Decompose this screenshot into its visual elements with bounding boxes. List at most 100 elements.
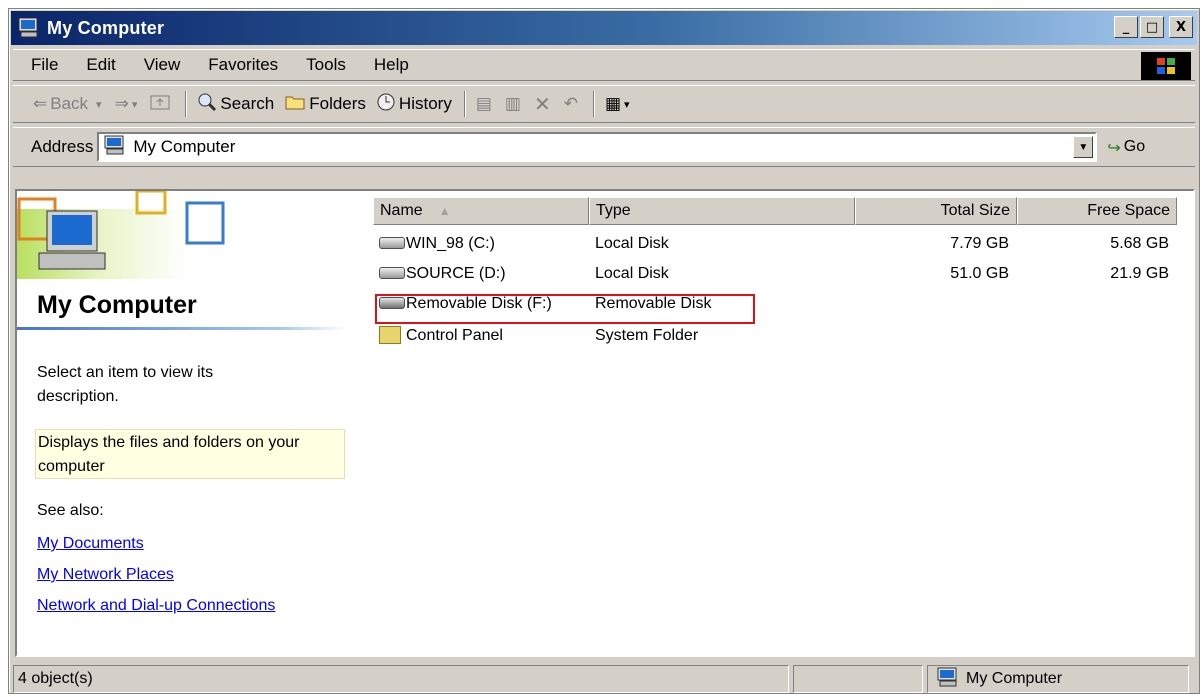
my-computer-icon [17,17,41,39]
views-button[interactable]: ▦ ▾ [605,94,633,114]
status-zone-label: My Computer [966,670,1063,687]
title-divider [17,327,347,330]
history-label: History [398,94,452,113]
back-button[interactable]: ⇐ Back ▾ [33,94,105,114]
item-total-size: 51.0 GB [950,265,1009,282]
item-info-tooltip: Displays the files and folders on your c… [35,429,345,479]
item-name: WIN_98 (C:) [406,235,495,252]
sort-up-icon: ▲ [438,204,451,218]
pane-title: My Computer [37,291,197,319]
maximize-button[interactable]: □ [1140,16,1164,38]
my-computer-icon [103,135,127,160]
folders-label: Folders [309,94,366,113]
see-also-label: See also: [37,502,104,519]
delete-button[interactable]: ✕ [534,92,554,116]
windows-logo-icon [1141,52,1191,80]
address-dropdown-button[interactable]: ▼ [1073,136,1094,158]
window-controls: _ □ X [1114,16,1193,38]
link-network-dialup[interactable]: Network and Dial-up Connections [37,597,275,615]
item-total-size: 7.79 GB [950,235,1009,252]
explorer-window: My Computer _ □ X File Edit View Favorit… [8,8,1200,694]
up-folder-button[interactable] [150,93,173,116]
go-button[interactable]: ↪ Go [1107,138,1145,157]
back-arrow-icon: ⇐ [33,94,48,114]
copy-to-button[interactable]: ▥ [505,94,524,114]
item-free-space: 5.68 GB [1110,235,1169,252]
minimize-button[interactable]: _ [1114,16,1138,38]
item-free-space: 21.9 GB [1110,265,1169,282]
maximize-icon: □ [1145,19,1159,35]
window-title: My Computer [47,17,165,38]
go-label: Go [1123,138,1146,155]
link-my-documents[interactable]: My Documents [37,535,144,553]
close-button[interactable]: X [1169,16,1193,38]
history-icon [376,92,396,117]
search-button[interactable]: Search [197,92,274,117]
menu-file[interactable]: File [31,55,58,75]
item-type: Local Disk [595,235,669,252]
search-icon [197,92,217,117]
details-list: Name ▲ Type Total Size Free Space WIN_98… [373,191,1193,655]
status-empty-panel [793,665,923,693]
my-computer-banner-icon [17,191,225,279]
address-input[interactable]: My Computer ▼ [97,132,1098,162]
control-panel-icon [379,326,401,344]
menu-view[interactable]: View [144,55,181,75]
status-object-count: 4 object(s) [13,665,789,693]
menu-edit[interactable]: Edit [86,55,115,75]
move-to-button[interactable]: ▤ [476,94,495,114]
status-zone: My Computer [927,665,1189,693]
list-item[interactable]: SOURCE (D:) Local Disk 51.0 GB 21.9 GB [373,261,1183,289]
status-bar: 4 object(s) My Computer [13,665,1195,693]
toolbar-separator [592,91,595,117]
move-to-icon: ▤ [475,94,492,114]
forward-arrow-icon: ⇒ [114,94,129,114]
chevron-down-icon: ▾ [96,97,102,111]
standard-toolbar: ⇐ Back ▾ ⇒ ▾ Search Folders History ▤ ▥ … [13,85,1195,123]
item-type: System Folder [595,327,699,344]
up-folder-icon [150,93,170,116]
menu-bar: File Edit View Favorites Tools Help [13,49,1195,81]
folders-icon [284,93,306,116]
menu-favorites[interactable]: Favorites [208,55,278,75]
chevron-down-icon: ▼ [1078,141,1089,153]
address-value: My Computer [133,137,236,156]
chevron-down-icon: ▾ [131,97,138,111]
undo-button[interactable]: ↶ [564,94,581,114]
history-button[interactable]: History [376,92,452,117]
toolbar-separator [185,91,188,117]
address-bar: Address My Computer ▼ ↪ Go [13,127,1195,167]
title-bar[interactable]: My Computer _ □ X [11,11,1197,45]
search-label: Search [220,94,275,113]
my-computer-icon [936,667,960,692]
highlight-box [375,294,755,324]
webview-pane: My Computer Select an item to view its d… [17,191,357,655]
list-item[interactable]: WIN_98 (C:) Local Disk 7.79 GB 5.68 GB [373,231,1183,259]
column-header-type[interactable]: Type [589,197,855,225]
column-header-total-size[interactable]: Total Size [855,197,1017,225]
hard-drive-icon [379,266,405,279]
go-arrow-icon: ↪ [1107,137,1121,157]
content-area: My Computer Select an item to view its d… [15,189,1195,657]
address-label: Address [31,137,94,156]
forward-button[interactable]: ⇒ ▾ [115,94,141,114]
delete-icon: ✕ [533,92,551,116]
item-name: SOURCE (D:) [406,265,506,282]
pane-description: Select an item to view its description. [37,364,214,405]
back-label: Back [50,94,89,113]
menu-tools[interactable]: Tools [306,55,346,75]
toolbar-separator [463,91,466,117]
folders-button[interactable]: Folders [284,93,366,116]
item-name: Control Panel [406,327,503,345]
minimize-icon: _ [1122,19,1130,35]
column-headers: Name ▲ Type Total Size Free Space [373,197,1177,227]
hard-drive-icon [379,236,405,249]
list-item[interactable]: Control Panel System Folder [373,323,1183,351]
column-header-free-space[interactable]: Free Space [1017,197,1177,225]
menu-help[interactable]: Help [374,55,409,75]
column-header-name[interactable]: Name ▲ [373,197,589,225]
copy-to-icon: ▥ [504,94,521,114]
item-type: Local Disk [595,265,669,282]
undo-icon: ↶ [563,94,578,114]
link-my-network-places[interactable]: My Network Places [37,566,174,584]
